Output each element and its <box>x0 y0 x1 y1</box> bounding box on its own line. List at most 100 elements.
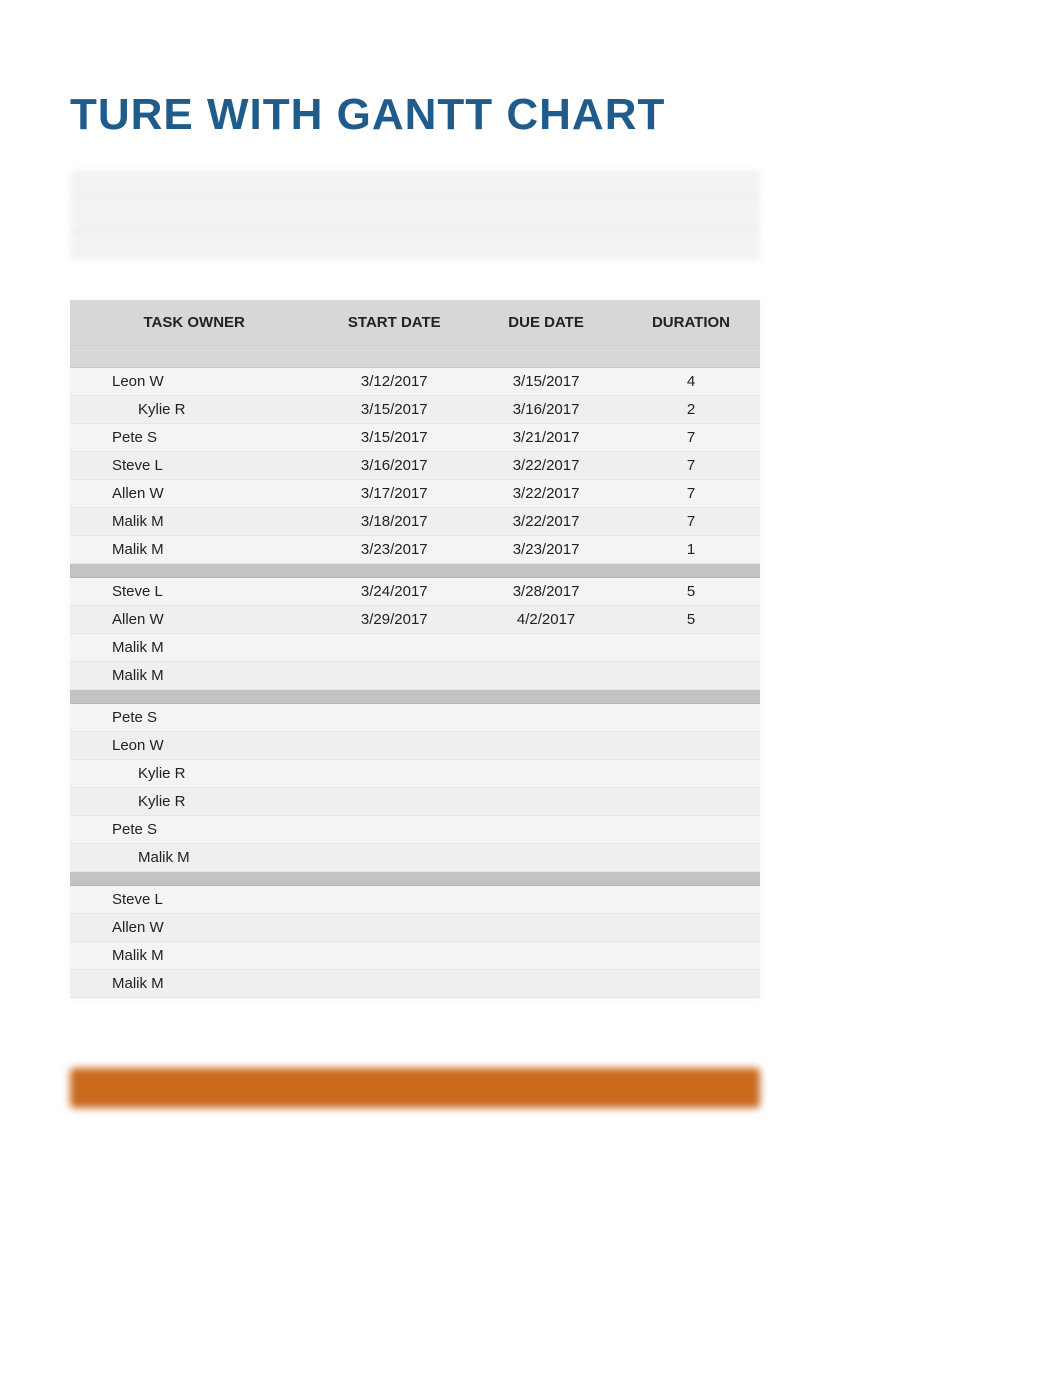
cell-owner: Kylie R <box>70 788 318 816</box>
cell-start <box>318 816 470 844</box>
cell-due <box>470 816 622 844</box>
cell-duration <box>622 634 760 662</box>
cell-start <box>318 732 470 760</box>
cell-start <box>318 942 470 970</box>
blurred-bottom-bar <box>70 1068 760 1108</box>
cell-duration <box>622 732 760 760</box>
cell-due: 3/21/2017 <box>470 424 622 452</box>
cell-start <box>318 634 470 662</box>
cell-owner: Malik M <box>70 662 318 690</box>
cell-start: 3/15/2017 <box>318 424 470 452</box>
cell-start: 3/16/2017 <box>318 452 470 480</box>
cell-due <box>470 886 622 914</box>
page: TURE WITH GANTT CHART TASK OWNER START D… <box>0 0 1062 1108</box>
table-row: Pete S <box>70 816 760 844</box>
cell-start: 3/15/2017 <box>318 396 470 424</box>
cell-owner: Pete S <box>70 816 318 844</box>
table-row: Steve L3/16/20173/22/20177 <box>70 452 760 480</box>
cell-owner: Leon W <box>70 732 318 760</box>
cell-start <box>318 662 470 690</box>
table-body: Leon W3/12/20173/15/20174Kylie R3/15/201… <box>70 368 760 998</box>
page-title: TURE WITH GANTT CHART <box>70 90 1062 140</box>
cell-start <box>318 914 470 942</box>
table-row: Allen W3/17/20173/22/20177 <box>70 480 760 508</box>
cell-owner: Malik M <box>70 844 318 872</box>
table-row: Malik M <box>70 662 760 690</box>
cell-duration: 2 <box>622 396 760 424</box>
cell-duration <box>622 844 760 872</box>
cell-duration: 5 <box>622 578 760 606</box>
cell-due: 3/22/2017 <box>470 452 622 480</box>
table-row: Kylie R3/15/20173/16/20172 <box>70 396 760 424</box>
table-row: Malik M <box>70 970 760 998</box>
cell-owner: Malik M <box>70 970 318 998</box>
cell-owner: Allen W <box>70 480 318 508</box>
cell-duration <box>622 942 760 970</box>
cell-owner: Kylie R <box>70 760 318 788</box>
cell-owner: Allen W <box>70 606 318 634</box>
cell-start: 3/12/2017 <box>318 368 470 396</box>
table-row: Malik M3/18/20173/22/20177 <box>70 508 760 536</box>
cell-due: 3/22/2017 <box>470 480 622 508</box>
cell-start: 3/24/2017 <box>318 578 470 606</box>
cell-due: 3/22/2017 <box>470 508 622 536</box>
cell-owner: Steve L <box>70 578 318 606</box>
cell-start <box>318 788 470 816</box>
cell-due: 3/15/2017 <box>470 368 622 396</box>
cell-due <box>470 970 622 998</box>
cell-due <box>470 942 622 970</box>
cell-duration <box>622 886 760 914</box>
table-row: Leon W <box>70 732 760 760</box>
cell-due <box>470 704 622 732</box>
cell-due: 3/28/2017 <box>470 578 622 606</box>
col-header-start: START DATE <box>318 300 470 346</box>
cell-duration <box>622 788 760 816</box>
col-header-owner: TASK OWNER <box>70 300 318 346</box>
cell-duration: 5 <box>622 606 760 634</box>
section-separator <box>70 564 760 578</box>
table-row: Malik M <box>70 942 760 970</box>
cell-duration <box>622 704 760 732</box>
table-header: TASK OWNER START DATE DUE DATE DURATION <box>70 300 760 368</box>
section-separator <box>70 872 760 886</box>
cell-due <box>470 914 622 942</box>
cell-owner: Steve L <box>70 452 318 480</box>
table-row: Leon W3/12/20173/15/20174 <box>70 368 760 396</box>
blurred-meta-banner <box>70 170 760 260</box>
cell-start: 3/18/2017 <box>318 508 470 536</box>
cell-duration: 7 <box>622 480 760 508</box>
cell-duration: 7 <box>622 424 760 452</box>
cell-owner: Malik M <box>70 536 318 564</box>
cell-owner: Malik M <box>70 634 318 662</box>
cell-duration <box>622 760 760 788</box>
cell-owner: Malik M <box>70 508 318 536</box>
task-table-container: TASK OWNER START DATE DUE DATE DURATION … <box>70 300 760 998</box>
cell-owner: Steve L <box>70 886 318 914</box>
cell-duration: 1 <box>622 536 760 564</box>
bottom-bar-container <box>70 1068 760 1108</box>
cell-duration <box>622 662 760 690</box>
cell-duration <box>622 816 760 844</box>
section-separator <box>70 690 760 704</box>
cell-start: 3/17/2017 <box>318 480 470 508</box>
cell-due <box>470 732 622 760</box>
cell-owner: Pete S <box>70 424 318 452</box>
cell-due: 3/16/2017 <box>470 396 622 424</box>
table-row: Kylie R <box>70 760 760 788</box>
cell-owner: Leon W <box>70 368 318 396</box>
cell-due <box>470 844 622 872</box>
cell-duration <box>622 970 760 998</box>
table-row: Pete S <box>70 704 760 732</box>
task-table: TASK OWNER START DATE DUE DATE DURATION … <box>70 300 760 998</box>
cell-duration: 7 <box>622 508 760 536</box>
col-header-duration: DURATION <box>622 300 760 346</box>
cell-start: 3/23/2017 <box>318 536 470 564</box>
cell-due: 3/23/2017 <box>470 536 622 564</box>
table-row: Malik M <box>70 634 760 662</box>
cell-start <box>318 844 470 872</box>
cell-start <box>318 704 470 732</box>
table-row: Allen W <box>70 914 760 942</box>
cell-owner: Allen W <box>70 914 318 942</box>
cell-due <box>470 662 622 690</box>
cell-owner: Pete S <box>70 704 318 732</box>
